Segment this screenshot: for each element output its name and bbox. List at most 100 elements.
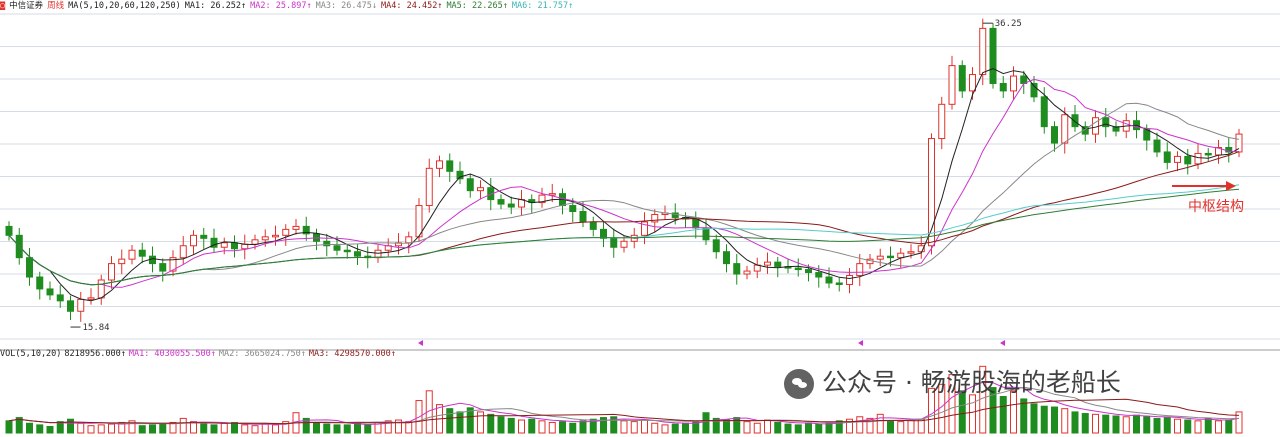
- candle-body: [723, 251, 730, 265]
- candle-body: [179, 245, 187, 259]
- volume-bar: [200, 423, 208, 434]
- volume-bar: [876, 413, 884, 434]
- candle-body: [149, 255, 156, 265]
- volume-bar: [1163, 417, 1171, 434]
- volume-bar: [507, 417, 515, 434]
- volume-bar: [774, 421, 782, 434]
- candle-body: [1071, 114, 1079, 128]
- candle-body: [958, 65, 966, 92]
- candle-body: [1204, 152, 1212, 156]
- volume-bar: [1102, 414, 1110, 434]
- box-structure-label: 中枢结构: [1188, 199, 1244, 215]
- candle-body: [876, 255, 884, 260]
- volume-bar: [487, 413, 495, 434]
- candle-body: [887, 255, 894, 259]
- ma1-line: [8, 68, 1240, 302]
- candle-body: [108, 263, 115, 281]
- volume-bar: [702, 412, 710, 434]
- candle-body: [1143, 129, 1151, 141]
- candle-body: [77, 298, 85, 312]
- candle-body: [702, 227, 710, 241]
- volume-bar: [907, 419, 915, 434]
- candle-body: [220, 242, 228, 248]
- volume-bar: [1051, 406, 1058, 434]
- volume-bar: [1143, 416, 1151, 434]
- candle-body: [159, 263, 167, 272]
- ma3-value: MA3: 26.475↓: [315, 1, 378, 11]
- candle-body: [948, 65, 956, 105]
- volume-bar: [323, 423, 331, 434]
- volume-bar: [1225, 419, 1233, 434]
- candle-body: [26, 257, 33, 278]
- candle-body: [1010, 75, 1017, 92]
- security-icon[interactable]: ◙: [0, 1, 5, 11]
- candle-body: [1040, 96, 1048, 128]
- low-label: 15.84: [83, 323, 110, 333]
- candle-body: [999, 82, 1007, 92]
- candle-body: [333, 245, 341, 251]
- candle-body: [374, 249, 382, 259]
- candle-body: [1184, 155, 1192, 165]
- candle-body: [56, 294, 64, 302]
- volume-bar: [364, 424, 372, 434]
- volume-bar: [620, 420, 628, 434]
- candle-body: [477, 187, 484, 192]
- volume-bar: [1122, 416, 1130, 434]
- volume-bar: [538, 420, 546, 434]
- scroll-marker: [418, 340, 423, 346]
- volume-bar: [1204, 417, 1212, 434]
- volume-bar: [159, 423, 167, 434]
- volume-bar: [87, 425, 95, 434]
- candle-body: [794, 267, 802, 271]
- volume-bar: [805, 422, 812, 434]
- candle-body: [805, 269, 812, 274]
- volume-bar: [661, 424, 669, 434]
- candle-body: [497, 199, 505, 205]
- candle-body: [200, 234, 208, 239]
- volume-bar: [210, 424, 218, 434]
- volume-bar: [497, 416, 505, 434]
- volume-bar: [723, 419, 730, 434]
- volume-bar: [671, 423, 679, 434]
- candle-body: [118, 258, 126, 265]
- period-label[interactable]: 周线: [47, 1, 64, 11]
- scroll-marker: [858, 340, 863, 346]
- security-name[interactable]: 中信证券: [9, 1, 43, 11]
- volume-bar: [887, 420, 894, 434]
- candle-body: [251, 239, 259, 245]
- vol-ma1: MA1: 4030055.500↑: [128, 349, 216, 359]
- ma5-value: MA5: 22.265↑: [446, 1, 508, 11]
- volume-bar: [1194, 420, 1202, 434]
- candle-body: [979, 27, 987, 76]
- volume-bar: [1112, 415, 1120, 434]
- candle-body: [579, 211, 587, 223]
- candle-body: [128, 249, 136, 260]
- high-label: 36.25: [995, 19, 1022, 29]
- volume-bar: [651, 422, 659, 434]
- volume-bar: [528, 418, 536, 434]
- volume-bar: [999, 396, 1007, 434]
- candle-body: [261, 236, 269, 241]
- volume-bar: [241, 424, 249, 434]
- volume-bar: [220, 422, 228, 434]
- scroll-marker: [1000, 340, 1005, 346]
- candle-body: [1061, 114, 1069, 144]
- candle-body: [856, 263, 864, 277]
- candle-body: [231, 242, 238, 250]
- candle-body: [466, 178, 474, 192]
- candle-body: [835, 282, 843, 285]
- candle-body: [1051, 126, 1058, 144]
- candle-body: [743, 270, 751, 275]
- candle-body: [282, 228, 290, 236]
- volume-bar: [1174, 418, 1181, 434]
- price-legend: ◙ 中信证券 周线 MA(5,10,20,60,120,250) MA1: 26.252…: [0, 0, 577, 12]
- watermark: 公众号 · 畅游股海的老船长: [784, 363, 1121, 399]
- volume-bar: [1092, 413, 1099, 434]
- candle-body: [1092, 117, 1099, 135]
- candle-body: [46, 288, 54, 296]
- volume-bar: [815, 423, 823, 434]
- candle-body: [1174, 155, 1181, 163]
- volume-bar: [179, 417, 187, 434]
- candle-body: [292, 225, 300, 230]
- volume-bar: [897, 421, 905, 434]
